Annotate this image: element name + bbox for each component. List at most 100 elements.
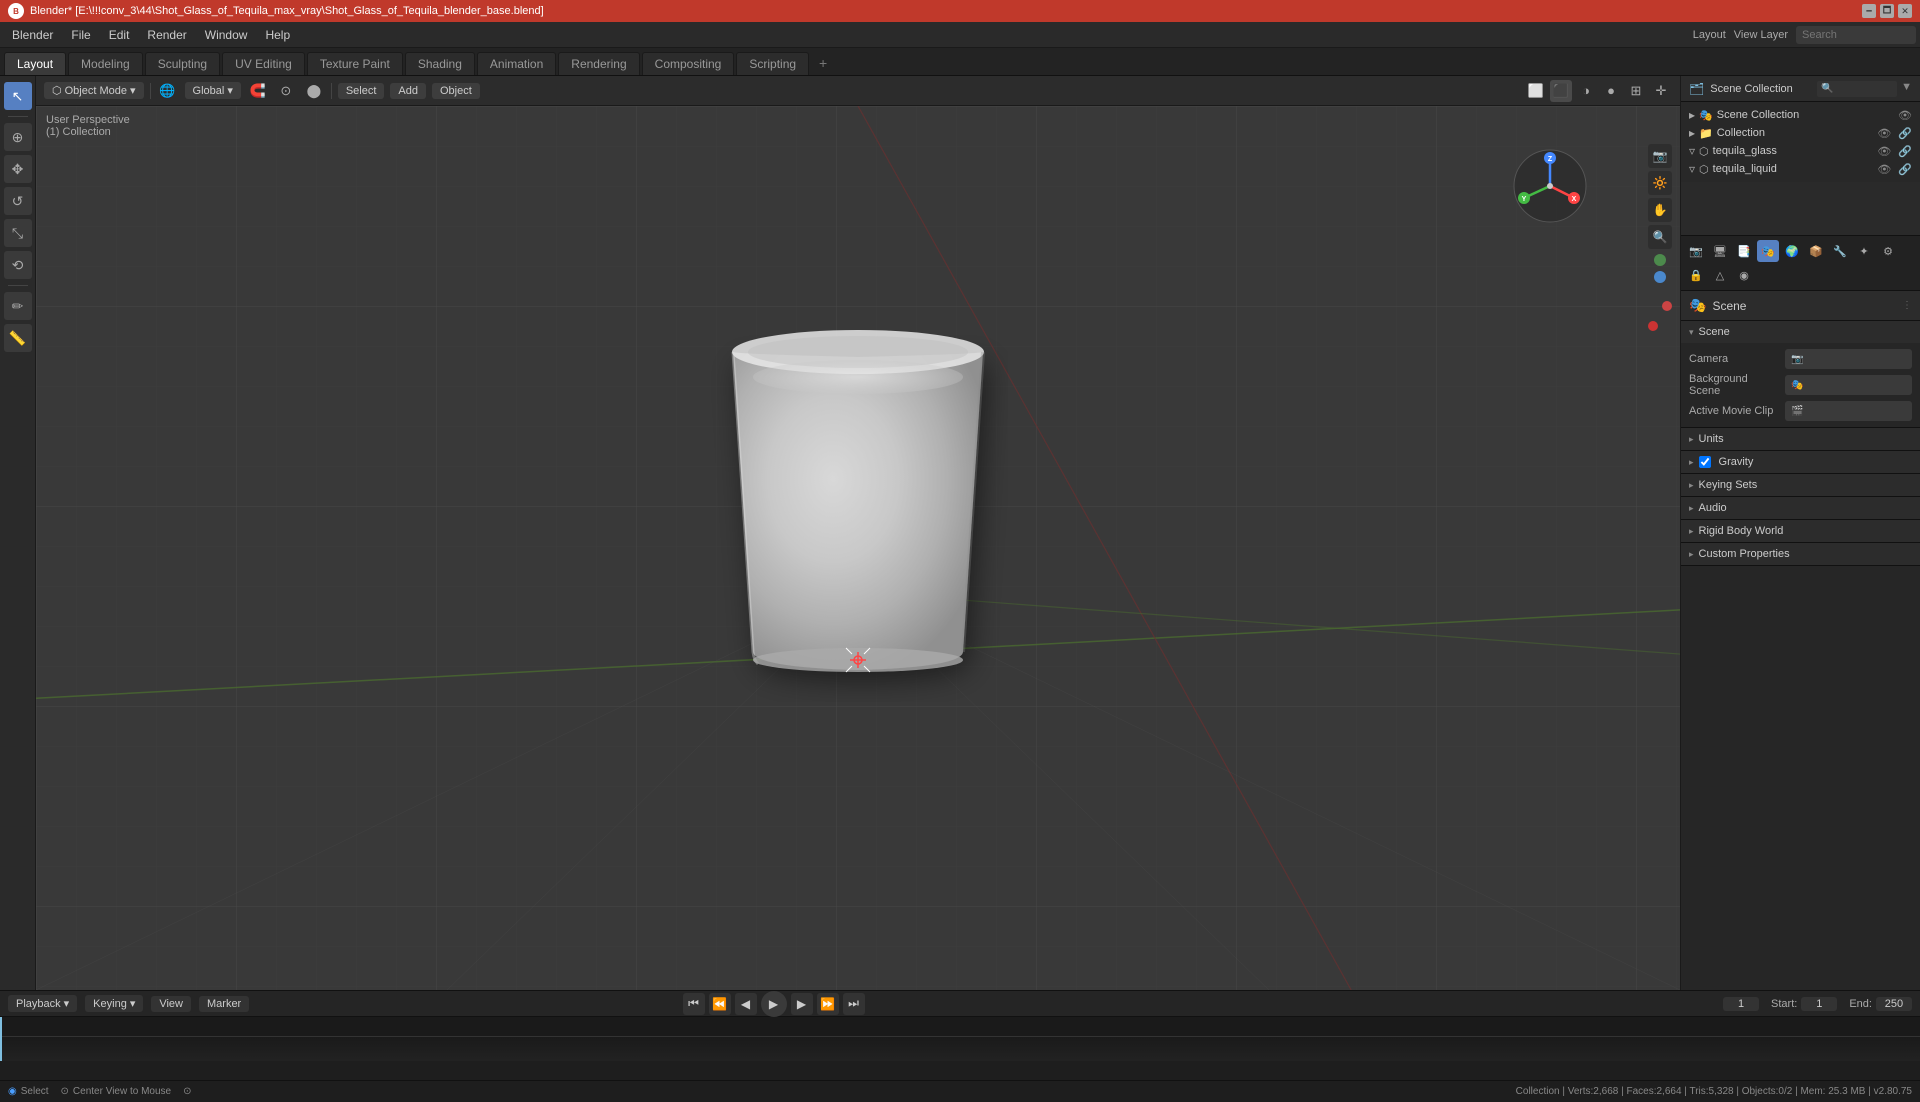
snap-icon[interactable]: 🧲	[247, 80, 269, 102]
tequila-glass-link-icon[interactable]: 🔗	[1898, 145, 1912, 158]
scene-props-button[interactable]: 🎭	[1757, 240, 1779, 262]
tab-animation[interactable]: Animation	[477, 52, 556, 75]
global-dropdown[interactable]: Global ▾	[185, 82, 241, 99]
play-button[interactable]: ▶	[761, 991, 787, 1017]
scale-tool-button[interactable]: ⤡	[4, 219, 32, 247]
menu-blender[interactable]: Blender	[4, 26, 61, 44]
outliner-item-collection[interactable]: ▸ 📁 Collection 👁 🔗	[1681, 124, 1920, 142]
keying-dropdown[interactable]: Keying ▾	[85, 995, 143, 1012]
rigid-body-world-header[interactable]: ▸ Rigid Body World	[1681, 520, 1920, 542]
viewport-pan-button[interactable]: ✋	[1648, 198, 1672, 222]
audio-section-header[interactable]: ▸ Audio	[1681, 497, 1920, 519]
add-workspace-button[interactable]: +	[811, 51, 835, 75]
proportional-edit-icon[interactable]: ⊙	[275, 80, 297, 102]
output-props-button[interactable]: 🖥	[1709, 240, 1731, 262]
viewport-gizmo-toggle[interactable]: ✛	[1650, 80, 1672, 102]
rotate-tool-button[interactable]: ↺	[4, 187, 32, 215]
transform-pivot-icon[interactable]: ⬤	[303, 80, 325, 102]
collection-exclude-icon[interactable]: 🔗	[1898, 127, 1912, 140]
current-frame-value[interactable]: 1	[1723, 997, 1759, 1011]
menu-edit[interactable]: Edit	[101, 26, 138, 44]
tab-modeling[interactable]: Modeling	[68, 52, 143, 75]
viewport-zoom-button[interactable]: 🔍	[1648, 225, 1672, 249]
units-section-header[interactable]: ▸ Units	[1681, 428, 1920, 450]
jump-to-end-button[interactable]: ⏭	[843, 993, 865, 1015]
outliner-item-tequila-liquid[interactable]: ▿ ⬡ tequila_liquid 👁 🔗	[1681, 160, 1920, 178]
gravity-section-header[interactable]: ▸ Gravity	[1681, 451, 1920, 473]
search-input[interactable]	[1796, 26, 1916, 44]
tab-rendering[interactable]: Rendering	[558, 52, 639, 75]
minimize-button[interactable]: 🗕	[1862, 4, 1876, 18]
tab-uv-editing[interactable]: UV Editing	[222, 52, 305, 75]
playback-dropdown[interactable]: Playback ▾	[8, 995, 77, 1012]
active-movie-clip-value[interactable]: 🎬	[1785, 401, 1912, 421]
modifier-props-button[interactable]: 🔧	[1829, 240, 1851, 262]
scene-canvas[interactable]: Z X Y 📷 🔆 ✋ 🔍	[36, 106, 1680, 990]
maximize-button[interactable]: 🗖	[1880, 4, 1894, 18]
particles-props-button[interactable]: ✦	[1853, 240, 1875, 262]
view-menu[interactable]: View	[151, 996, 191, 1012]
timeline-scrub-area[interactable]	[0, 1037, 1920, 1061]
scene-section-header[interactable]: ▾ Scene	[1681, 321, 1920, 343]
jump-to-next-keyframe-button[interactable]: ⏩	[817, 993, 839, 1015]
window-controls[interactable]: 🗕 🗖 ✕	[1862, 4, 1912, 18]
scene-prop-options[interactable]: ⋮	[1902, 300, 1912, 311]
tab-compositing[interactable]: Compositing	[642, 52, 735, 75]
collection-eye-icon[interactable]: 👁	[1877, 127, 1891, 140]
tequila-glass-eye-icon[interactable]: 👁	[1877, 145, 1891, 158]
object-menu[interactable]: Object	[432, 83, 480, 99]
transform-tool-button[interactable]: ⟲	[4, 251, 32, 279]
render-props-button[interactable]: 📷	[1685, 240, 1707, 262]
camera-value-field[interactable]: 📷	[1785, 349, 1912, 369]
keying-sets-section-header[interactable]: ▸ Keying Sets	[1681, 474, 1920, 496]
move-tool-button[interactable]: ✥	[4, 155, 32, 183]
background-scene-value[interactable]: 🎭	[1785, 375, 1912, 395]
navigation-gizmo[interactable]: Z X Y	[1510, 146, 1590, 226]
start-frame-value[interactable]: 1	[1801, 997, 1837, 1011]
tequila-liquid-link-icon[interactable]: 🔗	[1898, 163, 1912, 176]
data-props-button[interactable]: △	[1709, 264, 1731, 286]
outliner-item-tequila-glass[interactable]: ▿ ⬡ tequila_glass 👁 🔗	[1681, 142, 1920, 160]
viewport-shading-material[interactable]: ◑	[1575, 80, 1597, 102]
timeline-track[interactable]	[0, 1017, 1920, 1061]
custom-properties-header[interactable]: ▸ Custom Properties	[1681, 543, 1920, 565]
step-back-button[interactable]: ◀	[735, 993, 757, 1015]
viewport-overlay-toggle[interactable]: ⊞	[1625, 80, 1647, 102]
jump-to-start-button[interactable]: ⏮	[683, 993, 705, 1015]
cursor-tool-button[interactable]: ⊕	[4, 123, 32, 151]
annotate-tool-button[interactable]: ✏	[4, 292, 32, 320]
viewport-shading-wire[interactable]: ⬜	[1525, 80, 1547, 102]
viewport-shading-render[interactable]: ●	[1600, 80, 1622, 102]
marker-menu[interactable]: Marker	[199, 996, 249, 1012]
viewport[interactable]: ⬡ Object Mode ▾ 🌐 Global ▾ 🧲 ⊙ ⬤ Select …	[36, 76, 1680, 990]
object-mode-dropdown[interactable]: ⬡ Object Mode ▾	[44, 82, 144, 99]
menu-file[interactable]: File	[63, 26, 98, 44]
select-menu[interactable]: Select	[338, 83, 385, 99]
tab-sculpting[interactable]: Sculpting	[145, 52, 220, 75]
gravity-checkbox[interactable]	[1699, 456, 1711, 468]
outliner-filter-icon[interactable]: ▼	[1901, 81, 1912, 97]
world-props-button[interactable]: 🌍	[1781, 240, 1803, 262]
end-frame-value[interactable]: 250	[1876, 997, 1912, 1011]
tab-layout[interactable]: Layout	[4, 52, 66, 75]
outliner-item-scene-collection[interactable]: ▸ 🎭 Scene Collection 👁	[1681, 106, 1920, 124]
object-props-button[interactable]: 📦	[1805, 240, 1827, 262]
material-props-button[interactable]: ◉	[1733, 264, 1755, 286]
tab-scripting[interactable]: Scripting	[736, 52, 809, 75]
physics-props-button[interactable]: ⚙	[1877, 240, 1899, 262]
menu-render[interactable]: Render	[139, 26, 194, 44]
outliner-search-input[interactable]	[1817, 81, 1897, 97]
scene-collection-eye-icon[interactable]: 👁	[1898, 109, 1912, 122]
viewport-shading-solid[interactable]: ⬛	[1550, 80, 1572, 102]
view-layer-button[interactable]: 📑	[1733, 240, 1755, 262]
tab-texture-paint[interactable]: Texture Paint	[307, 52, 403, 75]
camera-view-button[interactable]: 📷	[1648, 144, 1672, 168]
measure-tool-button[interactable]: 📏	[4, 324, 32, 352]
select-tool-button[interactable]: ↖	[4, 82, 32, 110]
add-menu[interactable]: Add	[390, 83, 426, 99]
menu-window[interactable]: Window	[197, 26, 256, 44]
constraints-props-button[interactable]: 🔒	[1685, 264, 1707, 286]
tab-shading[interactable]: Shading	[405, 52, 475, 75]
close-button[interactable]: ✕	[1898, 4, 1912, 18]
step-forward-button[interactable]: ▶	[791, 993, 813, 1015]
